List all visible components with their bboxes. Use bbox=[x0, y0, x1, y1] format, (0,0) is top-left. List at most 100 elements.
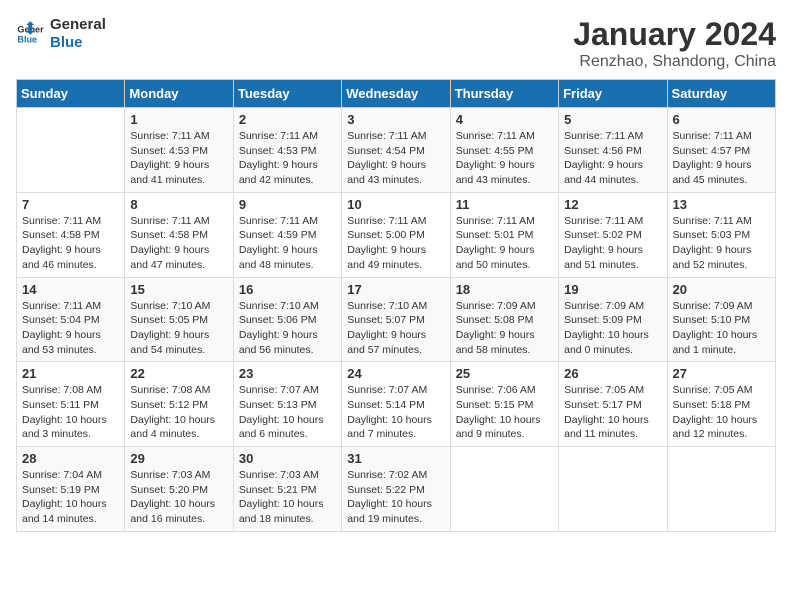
day-number: 29 bbox=[130, 451, 227, 466]
calendar-cell: 12Sunrise: 7:11 AM Sunset: 5:02 PM Dayli… bbox=[559, 192, 667, 277]
calendar-cell: 1 Sunrise: 7:11 AM Sunset: 4:53 PM Daylig… bbox=[125, 108, 233, 193]
day-number: 28 bbox=[22, 451, 119, 466]
calendar-cell: 5 Sunrise: 7:11 AM Sunset: 4:56 PM Daylig… bbox=[559, 108, 667, 193]
calendar-cell: 30 Sunrise: 7:03 AM Sunset: 5:21 PM Dayli… bbox=[233, 447, 341, 532]
calendar-cell: 2 Sunrise: 7:11 AM Sunset: 4:53 PM Daylig… bbox=[233, 108, 341, 193]
day-info: Sunrise: 7:11 AM Sunset: 4:53 PM Dayligh… bbox=[239, 129, 336, 188]
day-info: Sunrise: 7:07 AM Sunset: 5:13 PM Dayligh… bbox=[239, 383, 336, 442]
header-friday: Friday bbox=[559, 80, 667, 108]
week-row-0: 1 Sunrise: 7:11 AM Sunset: 4:53 PM Daylig… bbox=[17, 108, 776, 193]
day-info: Sunrise: 7:11 AM Sunset: 4:53 PM Dayligh… bbox=[130, 129, 227, 188]
day-info: Sunrise: 7:11 AM Sunset: 4:59 PM Dayligh… bbox=[239, 214, 336, 273]
day-info: Sunrise: 7:04 AM Sunset: 5:19 PM Dayligh… bbox=[22, 468, 119, 527]
day-info: Sunrise: 7:11 AM Sunset: 4:58 PM Dayligh… bbox=[22, 214, 119, 273]
day-info: Sunrise: 7:11 AM Sunset: 4:57 PM Dayligh… bbox=[673, 129, 770, 188]
calendar-cell: 8 Sunrise: 7:11 AM Sunset: 4:58 PM Daylig… bbox=[125, 192, 233, 277]
page-header: General Blue General Blue General Blue J… bbox=[16, 16, 776, 71]
day-number: 19 bbox=[564, 282, 661, 297]
logo: General Blue General Blue General Blue bbox=[16, 16, 106, 52]
day-number: 14 bbox=[22, 282, 119, 297]
day-info: Sunrise: 7:11 AM Sunset: 5:00 PM Dayligh… bbox=[347, 214, 444, 273]
week-row-4: 28 Sunrise: 7:04 AM Sunset: 5:19 PM Dayli… bbox=[17, 447, 776, 532]
header-saturday: Saturday bbox=[667, 80, 775, 108]
calendar-cell: 13 Sunrise: 7:11 AM Sunset: 5:03 PM Dayli… bbox=[667, 192, 775, 277]
day-number: 20 bbox=[673, 282, 770, 297]
day-info: Sunrise: 7:03 AM Sunset: 5:21 PM Dayligh… bbox=[239, 468, 336, 527]
header-monday: Monday bbox=[125, 80, 233, 108]
day-info: Sunrise: 7:10 AM Sunset: 5:05 PM Dayligh… bbox=[130, 299, 227, 358]
day-number: 5 bbox=[564, 112, 661, 127]
day-number: 13 bbox=[673, 197, 770, 212]
calendar-cell: 18 Sunrise: 7:09 AM Sunset: 5:08 PM Dayli… bbox=[450, 277, 558, 362]
calendar-table: SundayMondayTuesdayWednesdayThursdayFrid… bbox=[16, 79, 776, 532]
day-number: 1 bbox=[130, 112, 227, 127]
day-info: Sunrise: 7:09 AM Sunset: 5:09 PM Dayligh… bbox=[564, 299, 661, 358]
day-number: 8 bbox=[130, 197, 227, 212]
calendar-body: 1 Sunrise: 7:11 AM Sunset: 4:53 PM Daylig… bbox=[17, 108, 776, 532]
calendar-cell: 31 Sunrise: 7:02 AM Sunset: 5:22 PM Dayli… bbox=[342, 447, 450, 532]
day-number: 18 bbox=[456, 282, 553, 297]
calendar-cell: 19 Sunrise: 7:09 AM Sunset: 5:09 PM Dayli… bbox=[559, 277, 667, 362]
day-number: 6 bbox=[673, 112, 770, 127]
day-info: Sunrise: 7:10 AM Sunset: 5:06 PM Dayligh… bbox=[239, 299, 336, 358]
calendar-cell: 16 Sunrise: 7:10 AM Sunset: 5:06 PM Dayli… bbox=[233, 277, 341, 362]
day-number: 15 bbox=[130, 282, 227, 297]
calendar-cell: 25Sunrise: 7:06 AM Sunset: 5:15 PM Dayli… bbox=[450, 362, 558, 447]
day-number: 27 bbox=[673, 366, 770, 381]
day-info: Sunrise: 7:07 AM Sunset: 5:14 PM Dayligh… bbox=[347, 383, 444, 442]
week-row-3: 21 Sunrise: 7:08 AM Sunset: 5:11 PM Dayli… bbox=[17, 362, 776, 447]
calendar-cell: 7Sunrise: 7:11 AM Sunset: 4:58 PM Daylig… bbox=[17, 192, 125, 277]
header-row: SundayMondayTuesdayWednesdayThursdayFrid… bbox=[17, 80, 776, 108]
header-thursday: Thursday bbox=[450, 80, 558, 108]
calendar-cell: 28 Sunrise: 7:04 AM Sunset: 5:19 PM Dayli… bbox=[17, 447, 125, 532]
calendar-cell: 11 Sunrise: 7:11 AM Sunset: 5:01 PM Dayli… bbox=[450, 192, 558, 277]
calendar-cell bbox=[667, 447, 775, 532]
day-info: Sunrise: 7:11 AM Sunset: 4:56 PM Dayligh… bbox=[564, 129, 661, 188]
calendar-cell: 3 Sunrise: 7:11 AM Sunset: 4:54 PM Daylig… bbox=[342, 108, 450, 193]
day-number: 30 bbox=[239, 451, 336, 466]
calendar-cell: 14 Sunrise: 7:11 AM Sunset: 5:04 PM Dayli… bbox=[17, 277, 125, 362]
day-info: Sunrise: 7:11 AM Sunset: 5:01 PM Dayligh… bbox=[456, 214, 553, 273]
day-number: 21 bbox=[22, 366, 119, 381]
day-number: 26 bbox=[564, 366, 661, 381]
day-info: Sunrise: 7:06 AM Sunset: 5:15 PM Dayligh… bbox=[456, 383, 553, 442]
day-info: Sunrise: 7:11 AM Sunset: 4:55 PM Dayligh… bbox=[456, 129, 553, 188]
svg-text:Blue: Blue bbox=[17, 34, 37, 44]
calendar-cell: 29 Sunrise: 7:03 AM Sunset: 5:20 PM Dayli… bbox=[125, 447, 233, 532]
day-info: Sunrise: 7:11 AM Sunset: 5:04 PM Dayligh… bbox=[22, 299, 119, 358]
day-number: 31 bbox=[347, 451, 444, 466]
calendar-cell: 27Sunrise: 7:05 AM Sunset: 5:18 PM Dayli… bbox=[667, 362, 775, 447]
day-number: 23 bbox=[239, 366, 336, 381]
calendar-cell: 22Sunrise: 7:08 AM Sunset: 5:12 PM Dayli… bbox=[125, 362, 233, 447]
title-block: January 2024 Renzhao, Shandong, China bbox=[573, 16, 776, 71]
day-info: Sunrise: 7:09 AM Sunset: 5:10 PM Dayligh… bbox=[673, 299, 770, 358]
day-number: 17 bbox=[347, 282, 444, 297]
day-info: Sunrise: 7:11 AM Sunset: 4:54 PM Dayligh… bbox=[347, 129, 444, 188]
calendar-cell: 26Sunrise: 7:05 AM Sunset: 5:17 PM Dayli… bbox=[559, 362, 667, 447]
month-title: January 2024 bbox=[573, 16, 776, 53]
day-info: Sunrise: 7:03 AM Sunset: 5:20 PM Dayligh… bbox=[130, 468, 227, 527]
week-row-1: 7Sunrise: 7:11 AM Sunset: 4:58 PM Daylig… bbox=[17, 192, 776, 277]
day-number: 12 bbox=[564, 197, 661, 212]
calendar-cell: 17Sunrise: 7:10 AM Sunset: 5:07 PM Dayli… bbox=[342, 277, 450, 362]
day-info: Sunrise: 7:08 AM Sunset: 5:12 PM Dayligh… bbox=[130, 383, 227, 442]
calendar-header: SundayMondayTuesdayWednesdayThursdayFrid… bbox=[17, 80, 776, 108]
day-number: 2 bbox=[239, 112, 336, 127]
header-wednesday: Wednesday bbox=[342, 80, 450, 108]
calendar-cell: 15 Sunrise: 7:10 AM Sunset: 5:05 PM Dayli… bbox=[125, 277, 233, 362]
day-info: Sunrise: 7:11 AM Sunset: 5:03 PM Dayligh… bbox=[673, 214, 770, 273]
calendar-cell: 24 Sunrise: 7:07 AM Sunset: 5:14 PM Dayli… bbox=[342, 362, 450, 447]
day-number: 11 bbox=[456, 197, 553, 212]
calendar-cell bbox=[17, 108, 125, 193]
calendar-cell: 21 Sunrise: 7:08 AM Sunset: 5:11 PM Dayli… bbox=[17, 362, 125, 447]
day-number: 24 bbox=[347, 366, 444, 381]
day-info: Sunrise: 7:08 AM Sunset: 5:11 PM Dayligh… bbox=[22, 383, 119, 442]
logo-text-general: General bbox=[50, 16, 106, 34]
day-info: Sunrise: 7:11 AM Sunset: 4:58 PM Dayligh… bbox=[130, 214, 227, 273]
day-number: 3 bbox=[347, 112, 444, 127]
day-info: Sunrise: 7:09 AM Sunset: 5:08 PM Dayligh… bbox=[456, 299, 553, 358]
logo-icon: General Blue bbox=[16, 20, 44, 48]
day-info: Sunrise: 7:02 AM Sunset: 5:22 PM Dayligh… bbox=[347, 468, 444, 527]
header-sunday: Sunday bbox=[17, 80, 125, 108]
day-number: 16 bbox=[239, 282, 336, 297]
